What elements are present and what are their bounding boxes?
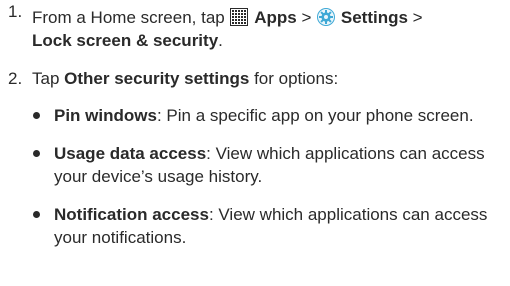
step-text-after: for options: — [254, 69, 339, 88]
list-item-notification-access: Notification access: View which applicat… — [0, 203, 510, 249]
step-text: Tap — [32, 69, 60, 88]
options-list: Pin windows: Pin a specific app on your … — [0, 104, 510, 249]
lock-screen-security-label: Lock screen & security — [32, 31, 219, 50]
option-title: Notification access — [54, 205, 209, 224]
bullet-icon — [33, 112, 40, 119]
separator: > — [412, 8, 423, 27]
bullet-icon — [33, 150, 40, 157]
step-end: . — [218, 31, 223, 50]
settings-label: Settings — [340, 8, 408, 27]
step-1: 1. From a Home screen, tap Apps > Settin… — [0, 0, 510, 52]
step-number: 1. — [8, 2, 23, 21]
option-title: Usage data access — [54, 144, 207, 163]
separator: > — [301, 8, 312, 27]
step-text: From a Home screen, tap — [32, 8, 225, 27]
other-security-settings-label: Other security settings — [64, 69, 250, 88]
bullet-icon — [33, 211, 40, 218]
settings-gear-icon — [317, 8, 336, 26]
option-description: : Pin a specific app on your phone scree… — [156, 106, 474, 125]
step-2: 2. Tap Other security settings for optio… — [0, 67, 510, 90]
list-item-usage-data-access: Usage data access: View which applicatio… — [0, 142, 510, 188]
option-title: Pin windows — [54, 106, 157, 125]
apps-grid-icon — [230, 8, 249, 26]
list-item-pin-windows: Pin windows: Pin a specific app on your … — [0, 104, 510, 127]
instructions-document: 1. From a Home screen, tap Apps > Settin… — [0, 0, 510, 264]
apps-label: Apps — [254, 8, 297, 27]
step-number: 2. — [8, 69, 23, 88]
